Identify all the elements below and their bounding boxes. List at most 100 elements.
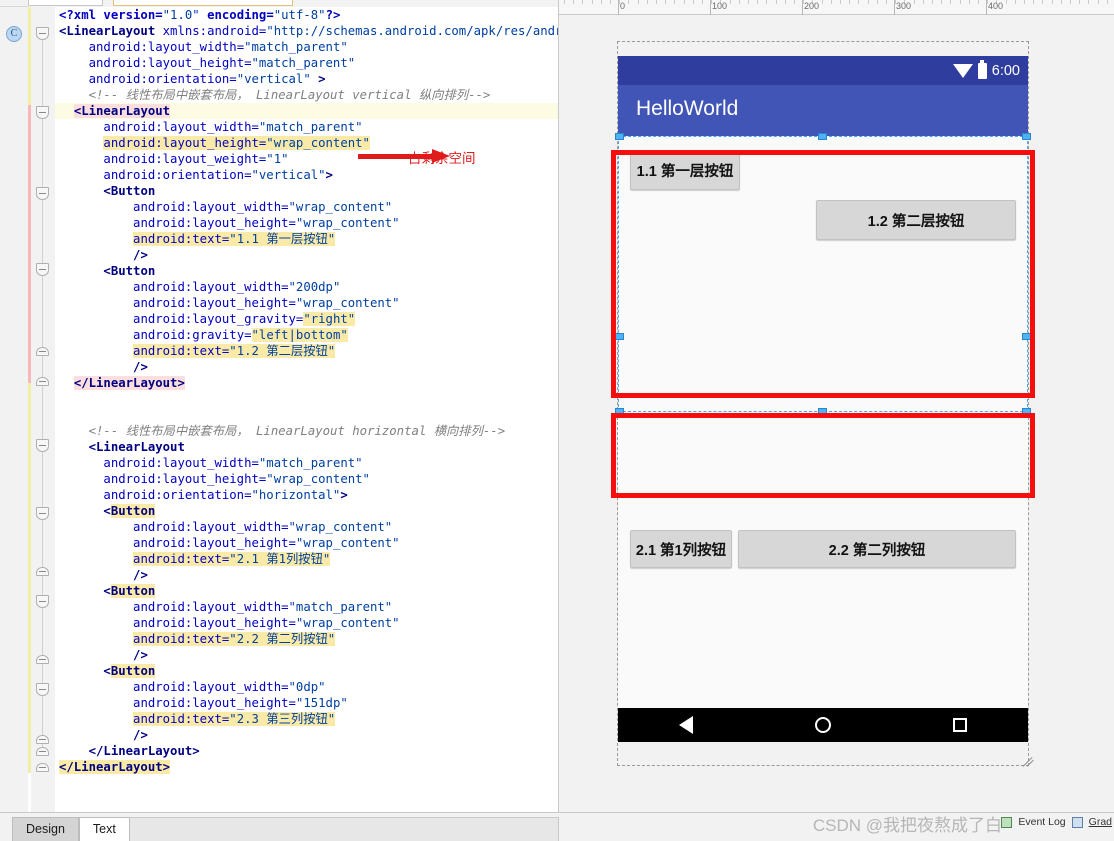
- event-log-label[interactable]: Event Log: [1018, 816, 1065, 828]
- code-line: android:layout_height="151dp": [133, 696, 348, 710]
- selection-handle-bottom-left[interactable]: [615, 408, 624, 415]
- code-fold-toggle[interactable]: [36, 187, 49, 200]
- ruler-minor-tick: [757, 0, 758, 4]
- circle-home-icon[interactable]: [815, 717, 831, 733]
- code-line: <LinearLayout: [55, 103, 558, 119]
- ruler-minor-tick: [610, 0, 611, 4]
- code-fold-toggle[interactable]: [36, 27, 49, 40]
- ruler-minor-tick: [776, 0, 777, 4]
- ruler-minor-tick: [656, 0, 657, 4]
- code-fold-toggle[interactable]: [36, 735, 49, 744]
- ruler-minor-tick: [932, 0, 933, 4]
- square-recents-icon[interactable]: [953, 718, 967, 732]
- ruler-minor-tick: [886, 0, 887, 4]
- code-fold-toggle[interactable]: [36, 263, 49, 276]
- top-strip-tab-b: [113, 0, 293, 6]
- code-fold-gutter[interactable]: [31, 7, 55, 812]
- ruler-minor-tick: [923, 0, 924, 4]
- ruler-minor-tick: [785, 0, 786, 4]
- selection-handle-top-center[interactable]: [818, 133, 827, 140]
- annotation-label: 占剩余空间: [408, 151, 476, 166]
- csdn-watermark: CSDN @我把夜熬成了白: [812, 816, 1002, 835]
- layout-preview-pane[interactable]: 0 100 200 300 400 6:00 HelloWorld 1.1 第一层按钮: [558, 0, 1114, 812]
- ruler-minor-tick: [978, 0, 979, 4]
- ruler-label: 100: [712, 1, 728, 11]
- code-fold-toggle[interactable]: [36, 507, 49, 520]
- ruler-minor-tick: [601, 0, 602, 4]
- code-fold-toggle[interactable]: [36, 747, 49, 756]
- class-marker-icon[interactable]: C: [6, 26, 22, 42]
- app-title: HelloWorld: [636, 97, 739, 120]
- status-bar-clock: 6:00: [991, 62, 1020, 79]
- code-line: android:gravity="left|bottom": [133, 328, 348, 342]
- code-line: <?xml version="1.0" encoding="utf-8"?>: [59, 8, 341, 22]
- tab-text[interactable]: Text: [78, 817, 130, 841]
- code-line: />: [133, 248, 148, 262]
- ruler-minor-tick: [877, 0, 878, 4]
- code-fold-toggle[interactable]: [36, 763, 49, 772]
- horizontal-ruler: 0 100 200 300 400: [559, 0, 1114, 15]
- ruler-minor-tick: [1070, 0, 1071, 4]
- gradle-label[interactable]: Grad: [1089, 816, 1112, 828]
- ruler-minor-tick: [950, 0, 951, 4]
- triangle-back-icon[interactable]: [679, 716, 693, 734]
- selection-handle-bottom-center[interactable]: [818, 408, 827, 415]
- ruler-minor-tick: [840, 0, 841, 4]
- code-fold-toggle[interactable]: [36, 439, 49, 452]
- selection-handle-top-right[interactable]: [1022, 133, 1031, 140]
- ruler-minor-tick: [1079, 0, 1080, 4]
- selection-handle-mid-right[interactable]: [1022, 333, 1031, 340]
- ruler-minor-tick: [684, 0, 685, 4]
- code-line: android:layout_height="wrap_content": [103, 472, 370, 486]
- status-bar-right-items[interactable]: Event Log Grad: [1001, 816, 1112, 828]
- ruler-label: 200: [804, 1, 820, 11]
- status-bar-right-group: 6:00: [952, 56, 1020, 85]
- battery-icon: [977, 60, 987, 79]
- code-text-area[interactable]: <?xml version="1.0" encoding="utf-8"?> <L…: [55, 7, 558, 812]
- ruler-minor-tick: [628, 0, 629, 4]
- code-line: <Button: [103, 264, 156, 278]
- ruler-label: 300: [896, 1, 912, 11]
- ruler-minor-tick: [573, 0, 574, 4]
- selection-handle-top-left[interactable]: [615, 133, 624, 140]
- code-line: android:layout_weight="1": [103, 152, 289, 166]
- code-fold-toggle[interactable]: [36, 655, 49, 664]
- ruler-minor-tick: [748, 0, 749, 4]
- code-line: android:layout_width="match_parent": [103, 456, 363, 470]
- preview-button-2-1[interactable]: 2.1 第1列按钮: [630, 530, 732, 568]
- code-line: <Button: [103, 504, 156, 518]
- code-fold-toggle[interactable]: [36, 567, 49, 576]
- fold-connector-line: [42, 113, 43, 385]
- ruler-minor-tick: [794, 0, 795, 4]
- code-line: android:layout_height="match_parent": [88, 56, 356, 70]
- ruler-minor-tick: [1006, 0, 1007, 4]
- code-line: android:orientation="horizontal">: [103, 488, 348, 502]
- code-fold-toggle[interactable]: [36, 377, 49, 386]
- preview-canvas[interactable]: 6:00 HelloWorld 1.1 第一层按钮 1.2 第二层按钮 2.1 …: [559, 15, 1114, 812]
- code-fold-toggle[interactable]: [36, 683, 49, 696]
- xml-source-code: <?xml version="1.0" encoding="utf-8"?> <L…: [55, 7, 558, 775]
- ruler-minor-tick: [693, 0, 694, 4]
- selection-outline-nested-layout-1: [618, 136, 1028, 412]
- xml-code-editor[interactable]: C <?xml version="1.0" encoding="utf-8"?>…: [0, 0, 558, 812]
- ruler-minor-tick: [858, 0, 859, 4]
- preview-button-2-2[interactable]: 2.2 第二列按钮: [738, 530, 1016, 568]
- selection-handle-bottom-right[interactable]: [1022, 408, 1031, 415]
- editor-mode-tabs[interactable]: Design Text: [12, 817, 130, 841]
- ruler-minor-tick: [941, 0, 942, 4]
- ruler-minor-tick: [647, 0, 648, 4]
- code-line: android:layout_width="0dp": [133, 680, 326, 694]
- tab-design[interactable]: Design: [12, 817, 79, 841]
- code-line: </LinearLayout>: [73, 376, 185, 390]
- canvas-resize-grip[interactable]: [1021, 753, 1037, 769]
- code-fold-toggle[interactable]: [36, 595, 49, 608]
- selection-handle-mid-left[interactable]: [615, 333, 624, 340]
- ruler-minor-tick: [582, 0, 583, 4]
- ruler-minor-tick: [739, 0, 740, 4]
- code-fold-toggle[interactable]: [36, 106, 49, 119]
- code-line: android:text="2.1 第1列按钮": [133, 552, 331, 566]
- code-fold-toggle[interactable]: [36, 347, 49, 356]
- code-line: android:layout_width="match_parent": [88, 40, 348, 54]
- editor-gutter[interactable]: C: [0, 7, 28, 812]
